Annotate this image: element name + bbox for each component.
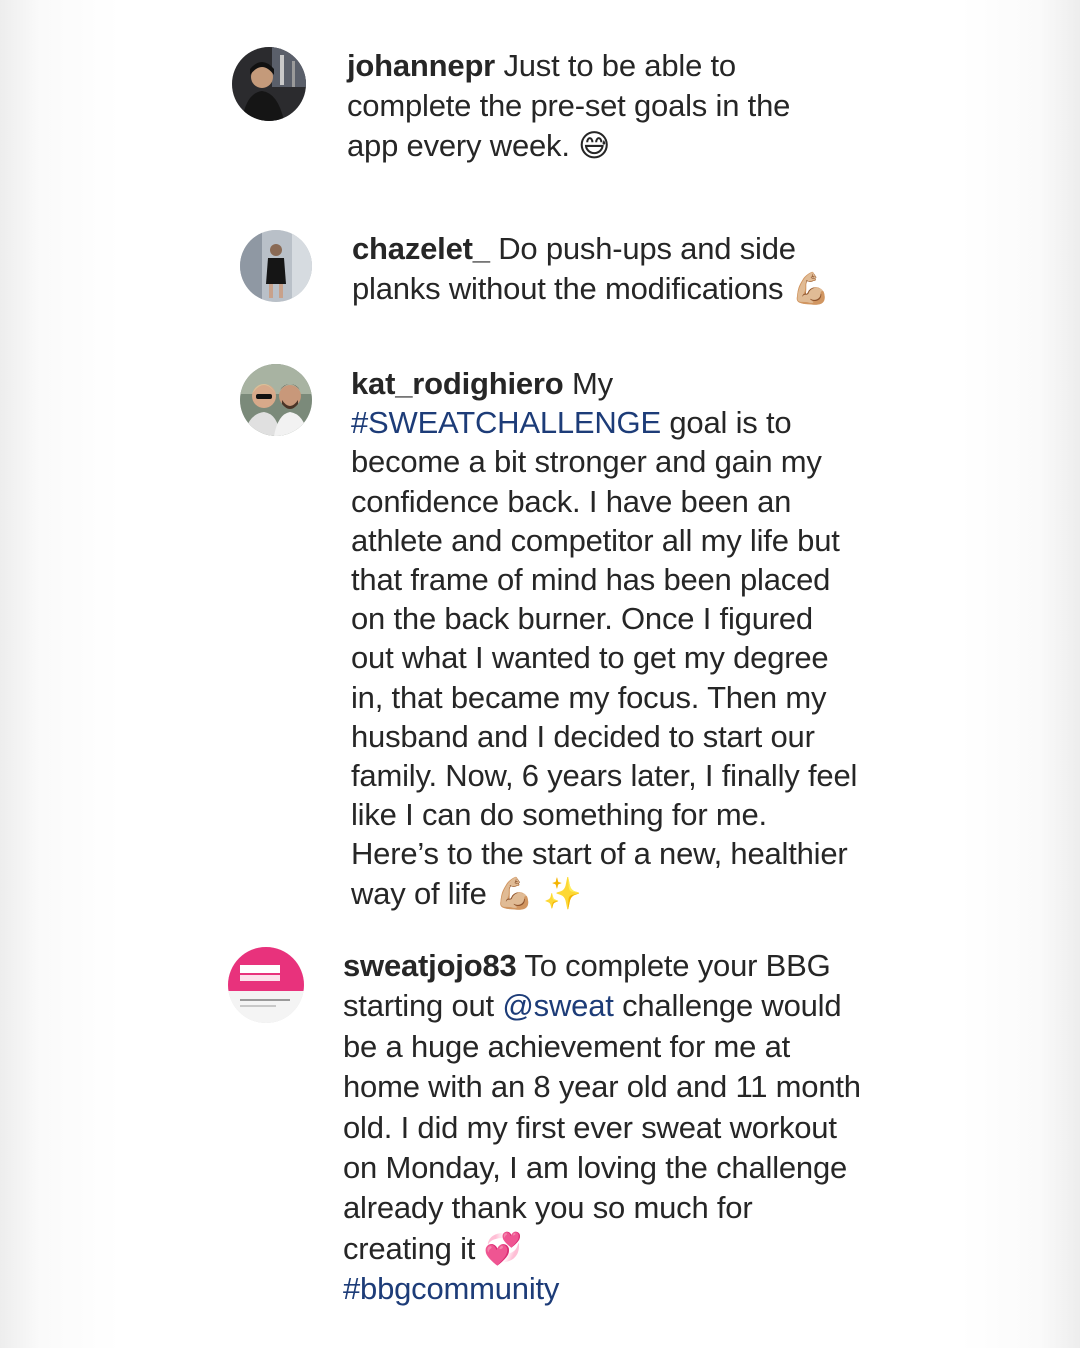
comment-username[interactable]: johannepr — [347, 48, 495, 83]
avatar[interactable] — [240, 364, 312, 436]
hashtag-link[interactable]: #SWEATCHALLENGE — [351, 405, 661, 440]
avatar[interactable] — [240, 230, 312, 302]
comment-text: sweatjojo83 To complete your BBG startin… — [343, 946, 863, 1310]
mention-link[interactable]: @sweat — [502, 988, 613, 1023]
comment-text: chazelet_ Do push-ups and side planks wi… — [352, 229, 862, 309]
avatar[interactable] — [232, 47, 306, 121]
comment-body-intro: My — [571, 366, 613, 401]
emoji-revolving-hearts-icon: 💞 — [483, 1230, 523, 1267]
emoji-sweat-smile-icon: 😅 — [578, 128, 611, 164]
comment-text: johannepr Just to be able to complete th… — [347, 46, 847, 166]
comment-text: kat_rodighiero My #SWEATCHALLENGE goal i… — [351, 364, 861, 914]
comment-body: goal is to become a bit stronger and gai… — [351, 405, 858, 911]
emoji-flexed-biceps-icon: 💪🏼 — [791, 271, 831, 307]
comment-username[interactable]: sweatjojo83 — [343, 948, 517, 983]
comment-username[interactable]: kat_rodighiero — [351, 366, 564, 401]
emoji-biceps-sparkles-icon: 💪🏼 ✨ — [495, 875, 582, 912]
hashtag-link[interactable]: #bbgcommunity — [343, 1271, 559, 1306]
comment-username[interactable]: chazelet_ — [352, 231, 490, 266]
comment-body: challenge would be a huge achievement fo… — [343, 988, 861, 1266]
avatar[interactable] — [228, 947, 304, 1023]
